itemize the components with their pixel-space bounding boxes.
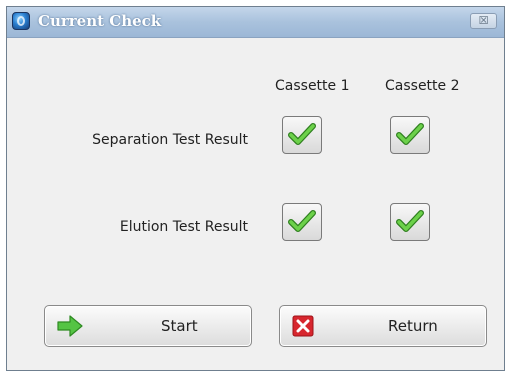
green-arrow-right-icon [57, 315, 83, 337]
green-checkmark-icon [396, 210, 424, 232]
app-logo-icon [12, 12, 30, 30]
start-button[interactable]: Start [44, 305, 252, 347]
return-button-label: Return [388, 317, 438, 335]
green-checkmark-icon [396, 123, 424, 145]
return-button[interactable]: Return [279, 305, 487, 347]
row-label-elution: Elution Test Result [119, 219, 248, 235]
window-title: Current Check [38, 12, 162, 30]
green-checkmark-icon [288, 210, 316, 232]
separation-cassette-1-result [282, 116, 322, 154]
start-button-label: Start [161, 317, 198, 335]
title-bar[interactable]: Current Check ☒ [7, 7, 504, 38]
column-header-cassette-2: Cassette 2 [385, 78, 460, 94]
elution-cassette-1-result [282, 203, 322, 241]
row-label-separation: Separation Test Result [92, 132, 248, 148]
column-header-cassette-1: Cassette 1 [275, 78, 350, 94]
green-checkmark-icon [288, 123, 316, 145]
close-button[interactable]: ☒ [470, 13, 497, 29]
red-x-icon [292, 315, 314, 337]
close-icon: ☒ [478, 14, 489, 27]
separation-cassette-2-result [390, 116, 430, 154]
elution-cassette-2-result [390, 203, 430, 241]
current-check-dialog: Current Check ☒ Cassette 1 Cassette 2 Se… [6, 6, 505, 371]
